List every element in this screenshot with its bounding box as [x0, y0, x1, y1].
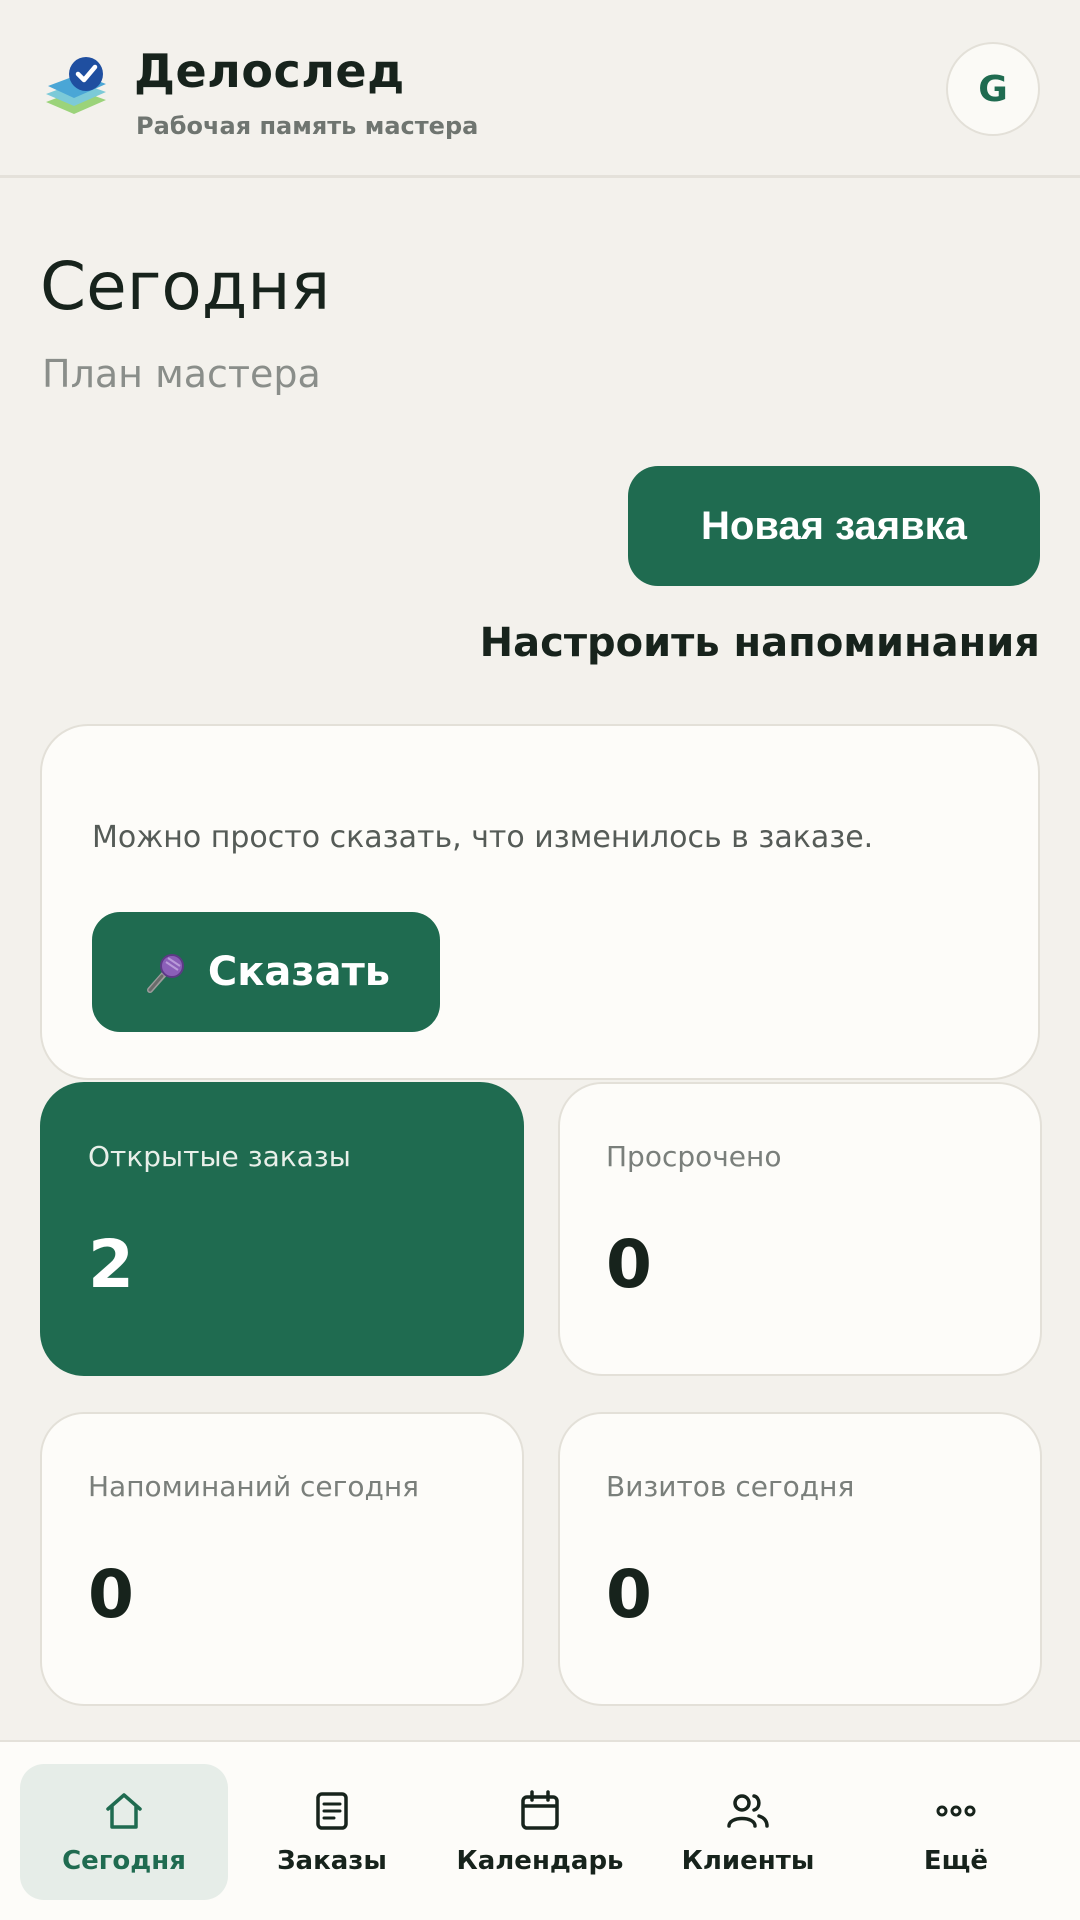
avatar[interactable]: G: [946, 42, 1040, 136]
new-request-button[interactable]: Новая заявка: [628, 466, 1040, 586]
stat-open-orders[interactable]: Открытые заказы 2: [40, 1082, 524, 1376]
stat-value: 0: [606, 1226, 652, 1303]
stat-label: Просрочено: [606, 1140, 782, 1173]
nav-item-more[interactable]: Ещё: [852, 1764, 1060, 1900]
setup-reminders-link[interactable]: Настроить напоминания: [480, 620, 1040, 666]
nav-label: Сегодня: [62, 1846, 186, 1876]
nav-label: Ещё: [923, 1846, 989, 1876]
nav-item-today[interactable]: Сегодня: [20, 1764, 228, 1900]
nav-item-calendar[interactable]: Календарь: [436, 1764, 644, 1900]
brand-title: Делослед: [134, 44, 405, 98]
app-root: Делослед Рабочая память мастера G Сегодн…: [0, 0, 1080, 1920]
calendar-icon: [521, 1790, 559, 1830]
app-header: Делослед Рабочая память мастера G: [0, 0, 1080, 178]
stat-value: 0: [606, 1556, 652, 1633]
voice-hint: Можно просто сказать, что изменилось в з…: [92, 820, 874, 855]
nav-item-clients[interactable]: Клиенты: [644, 1764, 852, 1900]
stat-label: Напоминаний сегодня: [88, 1470, 420, 1503]
bottom-nav: Сегодня Заказы Календарь Клиенты Ещё: [0, 1740, 1080, 1920]
document-icon: [316, 1792, 348, 1830]
nav-label: Клиенты: [681, 1846, 815, 1876]
stat-label: Открытые заказы: [88, 1140, 351, 1173]
stat-value: 0: [88, 1556, 134, 1633]
nav-label: Заказы: [277, 1846, 387, 1876]
stat-label: Визитов сегодня: [606, 1470, 855, 1503]
more-icon: [936, 1805, 976, 1817]
stat-reminders-today[interactable]: Напоминаний сегодня 0: [40, 1412, 524, 1706]
microphone-icon: [146, 954, 184, 993]
home-icon: [106, 1793, 142, 1829]
say-button-label: Сказать: [207, 949, 391, 995]
page-subtitle: План мастера: [42, 352, 321, 396]
say-button[interactable]: Сказать: [92, 912, 440, 1032]
stat-overdue[interactable]: Просрочено 0: [558, 1082, 1042, 1376]
logo-icon: [46, 57, 106, 114]
brand-subtitle: Рабочая память мастера: [136, 112, 479, 140]
stat-value: 2: [88, 1226, 134, 1303]
nav-label: Календарь: [456, 1846, 624, 1876]
users-icon: [727, 1794, 769, 1828]
voice-input-card: Можно просто сказать, что изменилось в з…: [40, 724, 1040, 1080]
page-title: Сегодня: [40, 248, 331, 325]
stat-visits-today[interactable]: Визитов сегодня 0: [558, 1412, 1042, 1706]
nav-item-orders[interactable]: Заказы: [228, 1764, 436, 1900]
